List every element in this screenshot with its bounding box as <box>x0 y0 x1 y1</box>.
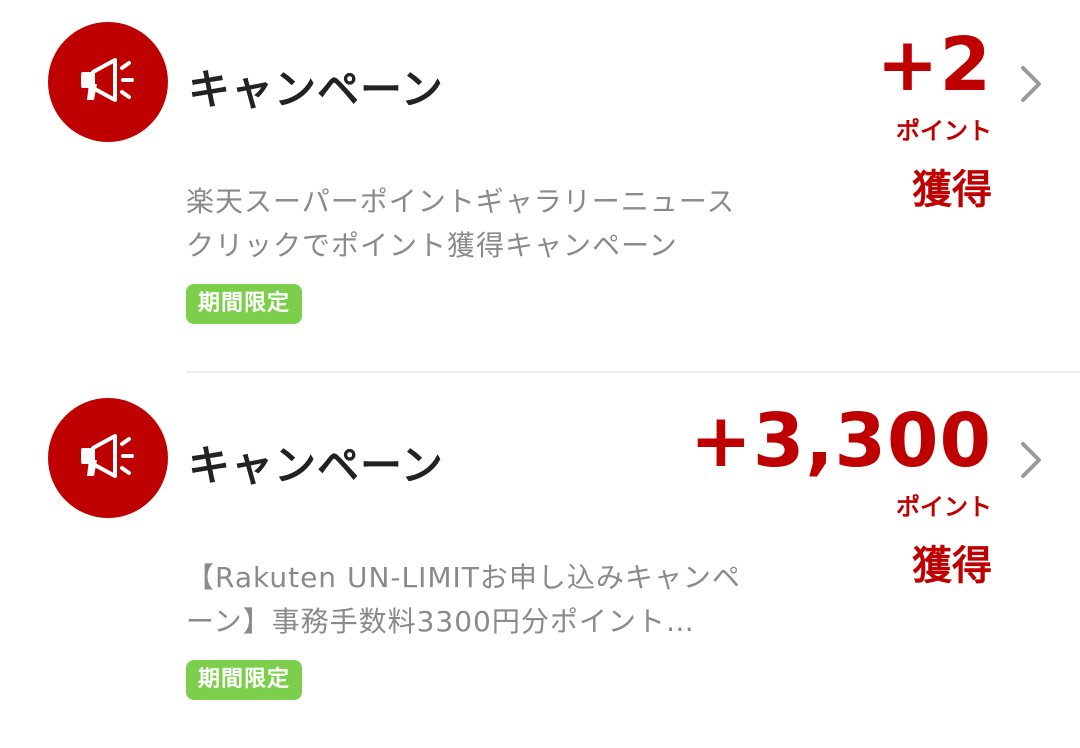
points-unit: ポイント <box>896 117 992 145</box>
points-unit: ポイント <box>896 493 992 521</box>
points-value: +2 <box>876 22 992 108</box>
points-earned-label: 獲得 <box>912 167 992 213</box>
points-earned-block: +2 ポイント 獲得 <box>877 22 993 218</box>
limited-time-badge: 期間限定 <box>186 284 303 324</box>
campaign-list-item[interactable]: キャンペーン +3,300 ポイント 獲得 【Rakuten UN-LIMITお… <box>0 376 1080 748</box>
megaphone-icon <box>48 22 168 142</box>
campaign-description: 【Rakuten UN-LIMITお申し込みキャンペーン】事務手数料3300円分… <box>186 561 741 638</box>
points-value: +3,300 <box>689 398 992 484</box>
campaign-description: 楽天スーパーポイントギャラリーニュースクリックでポイント獲得キャンペーン <box>186 185 736 262</box>
divider <box>186 371 1080 373</box>
campaign-list-item[interactable]: キャンペーン +2 ポイント 獲得 楽天スーパーポイントギャラリーニュースクリッ… <box>0 0 1080 373</box>
campaign-category-label: キャンペーン <box>188 441 444 490</box>
chevron-right-icon[interactable] <box>1018 440 1044 480</box>
megaphone-icon <box>48 398 168 518</box>
chevron-right-icon[interactable] <box>1018 64 1044 104</box>
campaign-category-label: キャンペーン <box>188 65 444 114</box>
limited-time-badge: 期間限定 <box>186 660 303 700</box>
campaign-list: キャンペーン +2 ポイント 獲得 楽天スーパーポイントギャラリーニュースクリッ… <box>0 0 1080 742</box>
